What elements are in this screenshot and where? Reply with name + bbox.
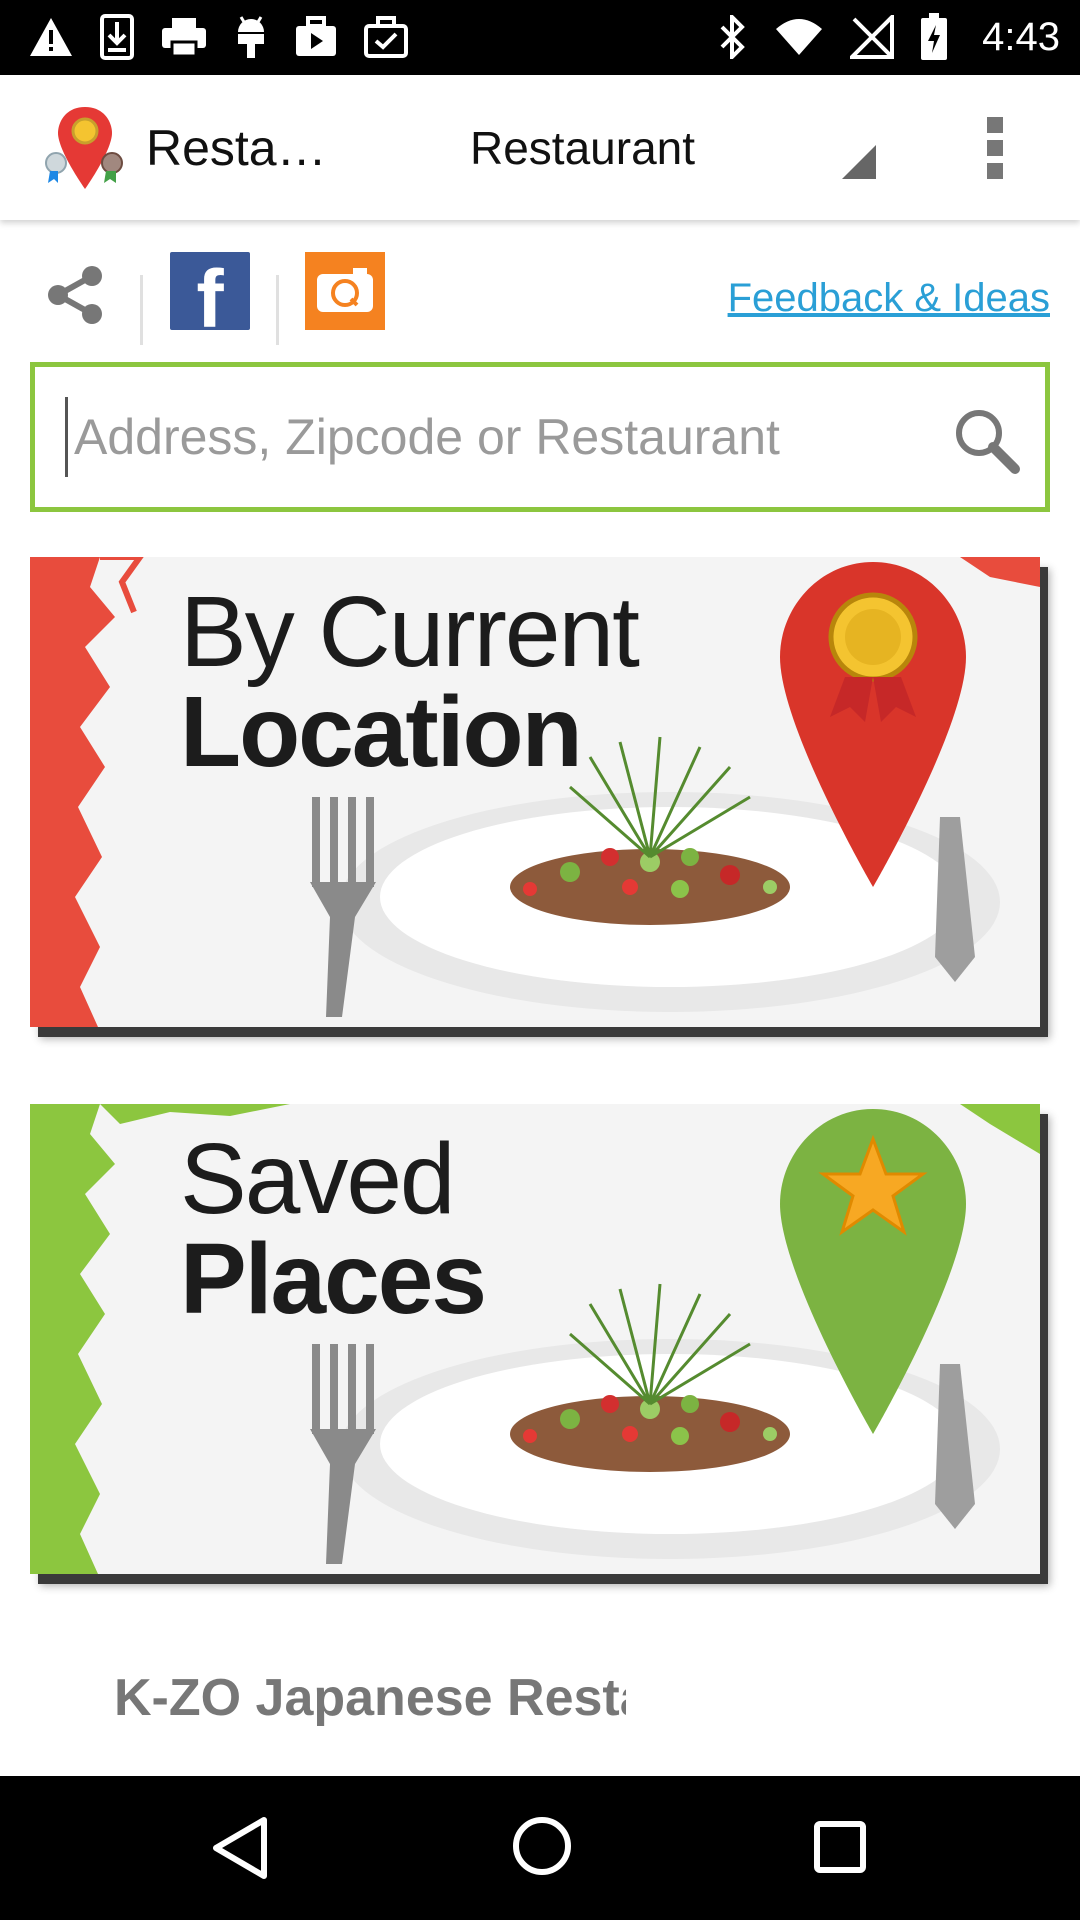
- share-divider: [140, 275, 143, 345]
- search-input[interactable]: [65, 397, 945, 477]
- briefcase-check-icon: [364, 16, 408, 58]
- download-icon: [100, 14, 134, 60]
- list-item[interactable]: K-ZO Japanese Restaurant: [114, 1668, 626, 1738]
- status-bar: 4:43: [0, 0, 1080, 75]
- facebook-icon: f: [196, 254, 224, 345]
- saved-places-banner[interactable]: Saved Places: [30, 1104, 1040, 1574]
- action-bar: Resta… Restaurant: [0, 75, 1080, 220]
- app-title: Resta…: [146, 120, 327, 176]
- share-icon[interactable]: [44, 264, 106, 326]
- feedback-link[interactable]: Feedback & Ideas: [728, 276, 1050, 321]
- status-clock: 4:43: [982, 15, 1060, 59]
- wifi-icon: [776, 19, 823, 55]
- banner-title-line1: Saved: [180, 1123, 456, 1235]
- bluetooth-icon: [720, 15, 745, 59]
- share-row: f Feedback & Ideas: [0, 220, 1080, 360]
- share-divider: [276, 275, 279, 345]
- by-current-location-banner[interactable]: By Current Location: [30, 557, 1040, 1027]
- video-bag-icon: [296, 16, 336, 56]
- app-logo-pin-icon: [45, 107, 123, 189]
- camera-button[interactable]: [305, 252, 385, 330]
- banner-title-line2: Places: [180, 1223, 487, 1335]
- more-vert-icon[interactable]: [975, 113, 1015, 183]
- banner-title-line2: Location: [180, 676, 583, 788]
- back-icon[interactable]: [210, 1816, 270, 1880]
- navigation-bar: [0, 1776, 1080, 1920]
- warning-icon: [30, 18, 72, 56]
- facebook-button[interactable]: f: [170, 252, 250, 345]
- print-icon: [162, 18, 206, 58]
- no-signal-icon: [850, 15, 895, 59]
- system-icons: 4:43: [718, 12, 1060, 62]
- android-icon: [238, 16, 264, 58]
- category-spinner-value: Restaurant: [470, 122, 696, 174]
- banner-title-line1: By Current: [180, 576, 640, 688]
- search-box: [30, 362, 1050, 512]
- battery-charging-icon: [921, 13, 948, 60]
- category-spinner[interactable]: Restaurant: [440, 75, 880, 220]
- recents-icon[interactable]: [814, 1821, 866, 1873]
- notification-icons: [28, 12, 408, 62]
- home-icon[interactable]: [510, 1814, 574, 1878]
- spinner-arrow-icon: [842, 145, 876, 179]
- camera-icon: [317, 268, 373, 312]
- search-icon[interactable]: [951, 405, 1021, 475]
